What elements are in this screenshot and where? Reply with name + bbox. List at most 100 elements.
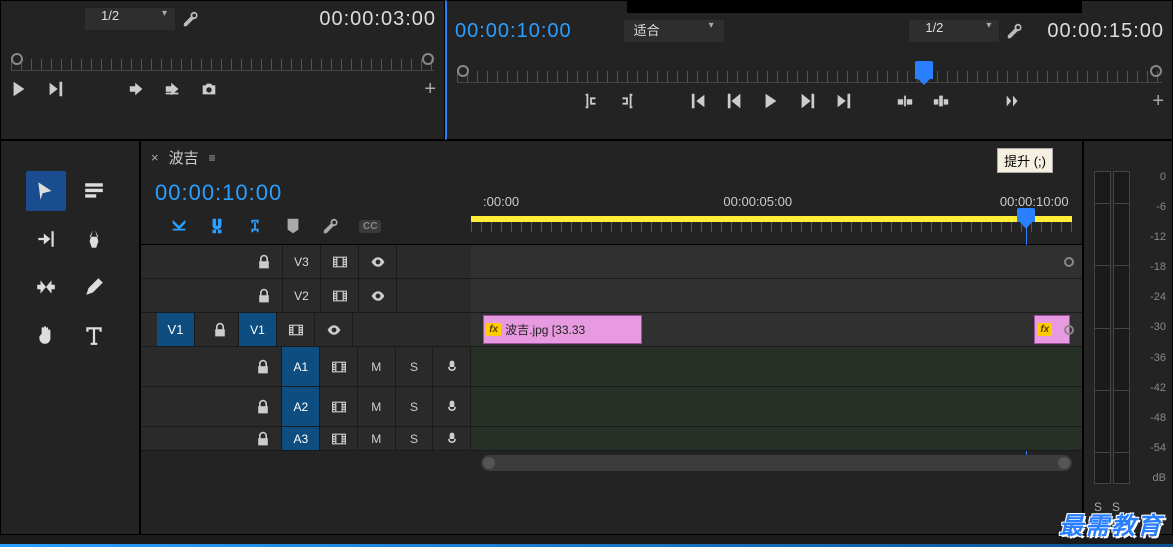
track-header-a1[interactable]: A1 M S xyxy=(141,347,471,387)
magnet-icon[interactable] xyxy=(207,216,227,236)
sync-lock-icon[interactable] xyxy=(321,245,359,278)
source-zoom-select[interactable]: 1/2 xyxy=(85,8,175,30)
sync-lock-icon[interactable] xyxy=(320,387,358,426)
track-header-v2[interactable]: V2 xyxy=(141,279,471,313)
panel-menu-icon[interactable]: ≡ xyxy=(209,151,216,165)
goto-in-icon[interactable] xyxy=(689,91,709,111)
extract-icon[interactable] xyxy=(931,91,951,111)
voice-over-icon[interactable] xyxy=(433,427,471,450)
close-sequence-icon[interactable]: × xyxy=(151,150,159,165)
ripple-edit-tool[interactable] xyxy=(26,219,66,259)
track-label[interactable]: A2 xyxy=(282,387,320,426)
lock-icon[interactable] xyxy=(201,313,239,346)
track-label[interactable]: V3 xyxy=(283,245,321,278)
timeline-ruler[interactable]: :00:00 00:00:05:00 00:00:10:00 xyxy=(471,194,1072,234)
selection-tool[interactable] xyxy=(26,171,66,211)
sync-lock-icon[interactable] xyxy=(321,279,359,312)
snap-icon[interactable] xyxy=(169,216,189,236)
timeline-wrench-icon[interactable] xyxy=(321,216,341,236)
program-viewport xyxy=(627,1,1082,13)
lock-icon[interactable] xyxy=(245,387,283,426)
razor-tool[interactable] xyxy=(74,219,114,259)
program-playhead-icon[interactable] xyxy=(915,61,933,79)
step-back-icon[interactable] xyxy=(725,91,745,111)
source-add-button-icon[interactable]: + xyxy=(424,78,436,101)
overwrite-icon[interactable] xyxy=(163,79,183,99)
source-patch-v1[interactable]: V1 xyxy=(157,313,195,346)
program-timecode[interactable]: 00:00:10:00 xyxy=(455,20,572,43)
lane-v3[interactable] xyxy=(471,245,1082,279)
mute-button[interactable]: M xyxy=(358,387,396,426)
track-header-v3[interactable]: V3 xyxy=(141,245,471,279)
sync-lock-icon[interactable] xyxy=(320,347,358,386)
program-scrub-bar[interactable] xyxy=(457,53,1162,83)
mute-button[interactable]: M xyxy=(358,347,396,386)
voice-over-icon[interactable] xyxy=(433,347,471,386)
timeline-zoom-scrollbar[interactable] xyxy=(481,455,1072,471)
captions-badge[interactable]: CC xyxy=(359,220,381,233)
solo-button[interactable]: S xyxy=(396,347,434,386)
wrench-icon[interactable] xyxy=(181,9,201,29)
track-header-v1[interactable]: V1 V1 xyxy=(141,313,471,347)
track-label[interactable]: A1 xyxy=(282,347,320,386)
step-forward-icon[interactable] xyxy=(797,91,817,111)
track-label[interactable]: V1 xyxy=(239,313,277,346)
lock-icon[interactable] xyxy=(245,427,283,450)
goto-out-icon[interactable] xyxy=(45,79,65,99)
lift-icon[interactable] xyxy=(895,91,915,111)
ruler-label: :00:00 xyxy=(483,194,519,209)
lane-v1[interactable]: fx 波吉.jpg [33.33 fx xyxy=(471,313,1082,347)
insert-icon[interactable] xyxy=(127,79,147,99)
source-scrub-bar[interactable] xyxy=(11,41,434,71)
track-header-a2[interactable]: A2 M S xyxy=(141,387,471,427)
lock-icon[interactable] xyxy=(245,245,283,278)
scrollbar-thumb[interactable] xyxy=(481,455,1072,471)
program-zoom-select[interactable]: 1/2 xyxy=(909,20,999,42)
timeline-playhead-icon[interactable] xyxy=(1017,208,1035,222)
track-content-area[interactable]: fx 波吉.jpg [33.33 fx xyxy=(471,245,1082,451)
add-marker-icon[interactable] xyxy=(283,216,303,236)
lock-icon[interactable] xyxy=(245,279,283,312)
sync-lock-icon[interactable] xyxy=(320,427,358,450)
play-icon[interactable] xyxy=(761,91,781,111)
timeline-timecode[interactable]: 00:00:10:00 xyxy=(155,180,471,206)
goto-out-icon[interactable] xyxy=(833,91,853,111)
source-monitor-panel: 1/2 00:00:03:00 + xyxy=(0,0,445,140)
more-buttons-icon[interactable] xyxy=(1003,91,1023,111)
play-in-to-out-icon[interactable] xyxy=(9,79,29,99)
clip-item[interactable]: fx 波吉.jpg [33.33 xyxy=(483,315,642,344)
mark-out-icon[interactable] xyxy=(617,91,637,111)
track-select-tool[interactable] xyxy=(74,171,114,211)
solo-button[interactable]: S xyxy=(396,387,434,426)
program-add-button-icon[interactable]: + xyxy=(1152,90,1164,113)
fx-badge-icon[interactable]: fx xyxy=(486,323,501,336)
eye-icon[interactable] xyxy=(359,245,397,278)
pen-tool[interactable] xyxy=(74,267,114,307)
lane-a1[interactable] xyxy=(471,347,1082,387)
solo-button[interactable]: S xyxy=(396,427,434,450)
wrench-icon[interactable] xyxy=(1005,21,1025,41)
voice-over-icon[interactable] xyxy=(433,387,471,426)
linked-selection-icon[interactable] xyxy=(245,216,265,236)
slip-tool[interactable] xyxy=(26,267,66,307)
lane-a3[interactable] xyxy=(471,427,1082,451)
mark-in-icon[interactable] xyxy=(581,91,601,111)
fx-badge-icon[interactable]: fx xyxy=(1037,323,1052,336)
program-fit-select[interactable]: 适合 xyxy=(624,20,724,42)
type-tool[interactable] xyxy=(74,315,114,355)
track-label[interactable]: V2 xyxy=(283,279,321,312)
lock-icon[interactable] xyxy=(245,347,283,386)
track-header-a3[interactable]: A3 M S xyxy=(141,427,471,451)
sync-lock-icon[interactable] xyxy=(277,313,315,346)
lane-v2[interactable] xyxy=(471,279,1082,313)
export-frame-icon[interactable] xyxy=(199,79,219,99)
watermark: 最需教育 xyxy=(1059,506,1163,541)
eye-icon[interactable] xyxy=(359,279,397,312)
program-duration-timecode: 00:00:15:00 xyxy=(1047,20,1164,43)
sequence-name[interactable]: 波吉 xyxy=(169,147,199,168)
lane-a2[interactable] xyxy=(471,387,1082,427)
mute-button[interactable]: M xyxy=(358,427,396,450)
track-label[interactable]: A3 xyxy=(282,427,320,450)
eye-icon[interactable] xyxy=(315,313,353,346)
hand-tool[interactable] xyxy=(26,315,66,355)
